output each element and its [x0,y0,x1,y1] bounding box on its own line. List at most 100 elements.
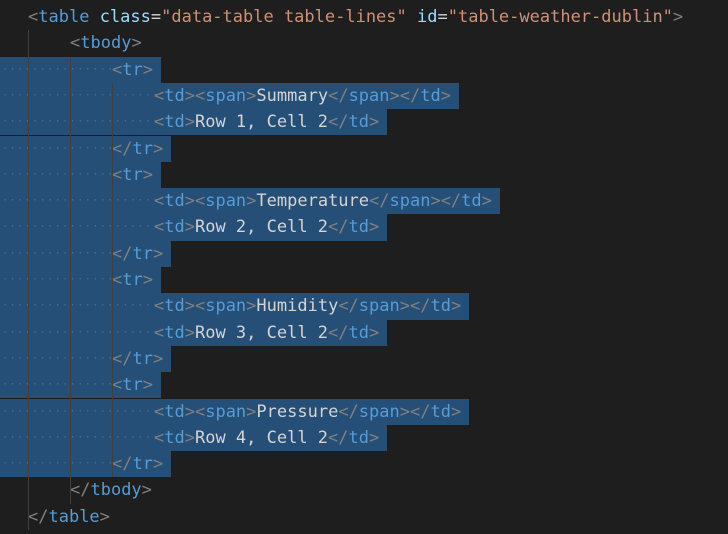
code-token: span [205,296,247,317]
code-token: > [152,454,164,475]
code-token: span [205,401,247,422]
code-token: tr [122,375,143,396]
code-token: tbody [80,33,132,54]
code-line[interactable]: <tr> [112,162,153,188]
whitespace-dots: ··············· [2,142,115,154]
code-token: </ [328,427,349,448]
code-line[interactable]: <td>Row 4, Cell 2</td> [154,425,379,451]
code-token: Row 2, Cell 2 [194,217,329,238]
code-token: > [450,401,462,422]
code-token: td [430,401,451,422]
code-line[interactable]: </tr> [112,346,163,372]
code-token: > [99,506,110,527]
code-line[interactable]: </tr> [112,136,163,162]
code-editor[interactable]: <table class="data-table table-lines" id… [0,0,728,534]
code-line[interactable]: <tbody> [70,30,142,56]
code-token: < [112,375,123,396]
code-token: > [184,322,195,343]
code-token: Pressure [256,401,339,422]
code-token: tr [132,138,153,159]
indent-guide [112,82,113,478]
code-token: </ [112,243,133,264]
whitespace-dots: ··············· [2,63,115,75]
code-token: tr [132,243,153,264]
code-token: td [164,191,185,212]
code-line[interactable]: <td><span>Pressure</span></td> [154,399,461,425]
whitespace-dots: ····················· [2,221,160,233]
code-token: > [246,191,257,212]
code-token: </ [338,401,359,422]
code-token: >< [184,85,206,106]
code-token: </ [112,138,133,159]
whitespace-dots: ··············· [2,352,115,364]
code-token: > [141,480,152,501]
code-token: > [142,164,153,185]
indent-guide [28,30,29,530]
code-token: ></ [399,401,431,422]
code-token: td [348,112,370,133]
code-token: tbody [90,480,142,501]
code-line[interactable]: <td>Row 3, Cell 2</td> [154,320,379,346]
code-line[interactable]: <tr> [112,372,153,398]
code-token: < [28,7,39,27]
code-token: class [99,7,151,27]
code-token: td [164,112,185,133]
code-line[interactable]: </table> [28,504,110,530]
code-token: span [358,401,400,422]
code-token: </ [328,322,349,343]
code-line[interactable]: </tbody> [70,477,152,503]
code-line[interactable]: </tr> [112,451,163,477]
code-token: > [246,85,257,106]
code-token: > [369,217,380,238]
code-token: < [70,33,81,54]
code-token: Humidity [256,296,339,317]
code-token: table [48,506,100,527]
code-token: </ [338,296,359,317]
code-token: tr [132,454,153,475]
code-token: ></ [430,191,462,212]
code-line[interactable]: <td>Row 1, Cell 2</td> [154,109,379,135]
whitespace-dots: ····················· [2,405,160,417]
code-token: = [150,7,162,27]
code-token: < [154,217,165,238]
code-line[interactable]: <td>Row 2, Cell 2</td> [154,214,379,240]
code-token: = [437,7,448,27]
code-token: > [369,322,380,343]
code-token: > [152,138,164,159]
code-token: tr [122,164,143,185]
code-line[interactable]: <td><span>Temperature</span></td> [154,188,492,214]
code-line[interactable]: <tr> [112,57,153,83]
code-token: </ [328,85,349,106]
code-token: Temperature [256,191,370,212]
code-token: td [164,217,185,238]
code-token: > [184,427,195,448]
code-token: Row 4, Cell 2 [194,427,329,448]
whitespace-dots: ····················· [2,431,160,443]
code-token: td [164,322,185,343]
code-line[interactable]: <table class="data-table table-lines" id… [28,4,683,30]
code-token: tr [132,348,153,369]
code-token: td [461,191,482,212]
code-token: td [348,427,370,448]
code-token: < [112,59,123,80]
code-token: ></ [399,296,431,317]
code-line[interactable]: </tr> [112,241,163,267]
code-token: td [164,401,185,422]
code-token: > [152,348,164,369]
code-line[interactable]: <td><span>Humidity</span></td> [154,293,461,319]
code-token: < [154,112,165,133]
whitespace-dots: ··············· [2,274,115,285]
code-token: < [154,85,165,106]
whitespace-dots: ····················· [2,326,160,338]
code-token: > [142,375,153,396]
code-token: </ [28,506,49,527]
code-token: </ [328,217,349,238]
code-token: ></ [389,85,421,106]
code-line[interactable]: <tr> [112,267,153,293]
code-token: </ [328,112,349,133]
code-token: </ [112,454,133,475]
code-line[interactable]: <td><span>Summary</span></td> [154,83,451,109]
code-token: "data-table table-lines" [161,7,407,27]
